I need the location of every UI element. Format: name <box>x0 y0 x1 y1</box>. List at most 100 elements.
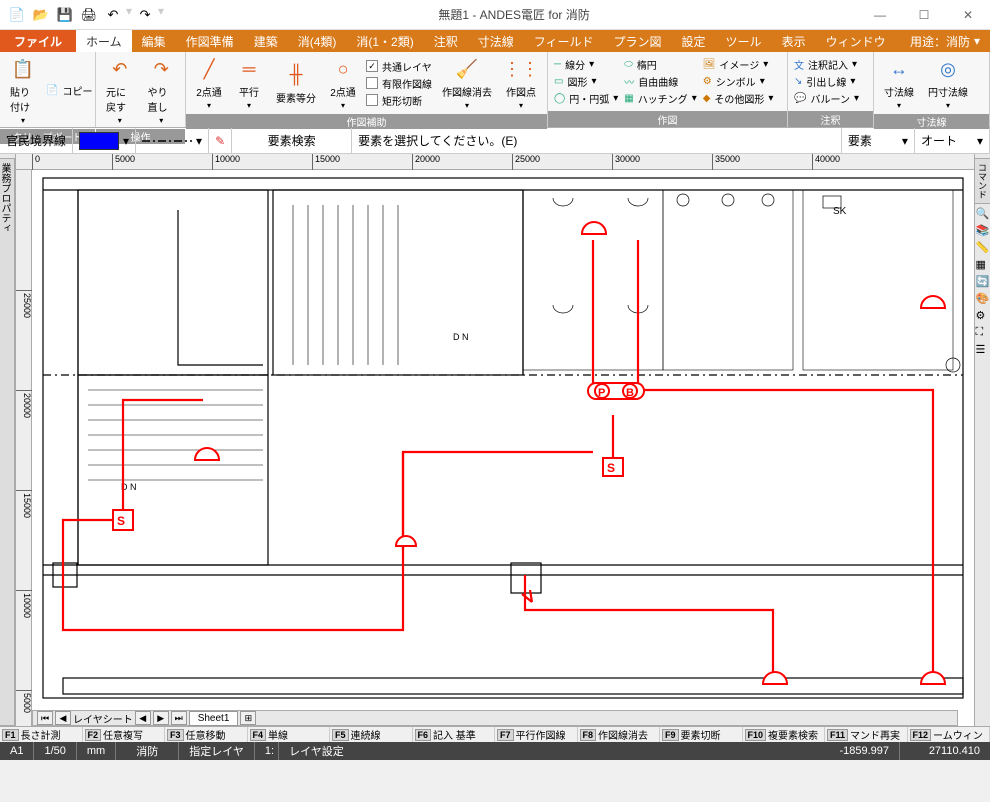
qat-open-icon[interactable]: 📂 <box>30 4 52 26</box>
menu-plan[interactable]: プラン図 <box>604 30 672 52</box>
menu-fire12[interactable]: 消(1・2類) <box>346 30 423 52</box>
sidebar-tab-properties[interactable]: 業務プロパティ <box>0 158 15 726</box>
palette-color-icon[interactable]: 🎨 <box>976 292 990 306</box>
menu-field[interactable]: フィールド <box>524 30 604 52</box>
parallel-button[interactable]: ═平行▾ <box>232 54 266 112</box>
fkey-f6[interactable]: F6記入 基準 <box>413 727 496 742</box>
fkey-f12[interactable]: F12ームウィン <box>908 727 990 742</box>
copy-button[interactable]: 📄コピー <box>46 83 92 98</box>
current-layer-name[interactable]: 官民境界線 <box>0 128 73 153</box>
palette-layer-icon[interactable]: 📚 <box>976 224 990 238</box>
qat-redo-icon[interactable]: ↷ <box>134 4 156 26</box>
other-shape-button[interactable]: ◆その他図形 ▾ <box>703 91 774 106</box>
fkey-f8[interactable]: F8作図線消去 <box>578 727 661 742</box>
status-sheet-size[interactable]: A1 <box>0 742 34 760</box>
fkey-f4[interactable]: F4単線 <box>248 727 331 742</box>
status-layer-name[interactable]: レイヤ設定 <box>279 742 810 760</box>
fkey-f3[interactable]: F3任意移動 <box>165 727 248 742</box>
fkey-f1[interactable]: F1長さ計測 <box>0 727 83 742</box>
palette-expand-icon[interactable]: ⛶ <box>976 326 990 340</box>
color-picker[interactable]: ▾ <box>73 128 136 153</box>
snap-mode-dropdown[interactable]: オート▾ <box>915 128 990 153</box>
freecurve-button[interactable]: 〰自由曲線 <box>624 74 696 89</box>
palette-settings-icon[interactable]: ⚙ <box>976 309 990 323</box>
element-search-button[interactable]: 要素検索 <box>232 128 352 153</box>
status-scale[interactable]: 1/50 <box>34 742 76 760</box>
palette-measure-icon[interactable]: 📏 <box>976 241 990 255</box>
home-tab[interactable]: ホーム <box>76 30 132 52</box>
sheet-add-button[interactable]: ⊞ <box>240 711 256 725</box>
qat-print-icon[interactable]: 🖨 <box>78 4 100 26</box>
rect-cut-checkbox[interactable]: 矩形切断 <box>366 93 432 108</box>
menu-window[interactable]: ウィンドウ <box>816 30 896 52</box>
drawing-area[interactable]: 0500010000150002000025000300003500040000… <box>16 154 974 726</box>
minimize-button[interactable]: ― <box>858 0 902 30</box>
line-button[interactable]: ─線分 ▾ <box>554 57 618 72</box>
pen-tool[interactable]: ✎ <box>209 128 232 153</box>
sheet-tab-active[interactable]: Sheet1 <box>189 711 239 726</box>
equal-divide-button[interactable]: ╫要素等分 <box>272 60 320 107</box>
construction-points-button[interactable]: ⋮⋮作図点▾ <box>502 54 540 112</box>
fkey-f11[interactable]: F11マンド再実 <box>825 727 908 742</box>
leader-button[interactable]: ↘引出し線 ▾ <box>794 74 859 89</box>
menu-annot[interactable]: 注釈 <box>424 30 468 52</box>
sheet-next2-button[interactable]: ▶ <box>153 711 169 725</box>
sidebar-tab-command[interactable]: コマンド <box>974 158 990 204</box>
arc-button[interactable]: ◯円・円弧 ▾ <box>554 91 618 106</box>
shape-button[interactable]: ▭図形 ▾ <box>554 74 618 89</box>
annotation-button[interactable]: 文注釈記入 ▾ <box>794 57 859 72</box>
menu-drawprep[interactable]: 作図準備 <box>176 30 244 52</box>
paste-button[interactable]: 📋 貼り付け ▾ <box>6 54 40 127</box>
usage-dropdown[interactable]: 用途：消防 ▾ <box>900 30 990 52</box>
drawing-canvas[interactable]: D N D N SK <box>32 170 974 710</box>
palette-zoom-icon[interactable]: 🔍 <box>976 207 990 221</box>
sheet-prev-button[interactable]: ◀ <box>55 711 71 725</box>
circle-dimension-button[interactable]: ◎円寸法線▾ <box>924 54 972 112</box>
image-button[interactable]: 🖼イメージ ▾ <box>703 57 774 72</box>
menu-dim[interactable]: 寸法線 <box>468 30 524 52</box>
fkey-f5[interactable]: F5連続線 <box>330 727 413 742</box>
symbol-b: B <box>626 387 634 399</box>
2pt-through-button[interactable]: ╱2点通▾ <box>192 54 226 112</box>
2pt-through-circle-button[interactable]: ○2点通▾ <box>326 54 360 112</box>
qat-undo-icon[interactable]: ↶ <box>102 4 124 26</box>
ruler-tick: 15000 <box>16 490 32 518</box>
undo-button[interactable]: ↶元に戻す▾ <box>102 54 138 127</box>
sheet-first-button[interactable]: ⏮ <box>37 711 53 725</box>
qat-save-icon[interactable]: 💾 <box>54 4 76 26</box>
palette-grid-icon[interactable]: ▦ <box>976 258 990 272</box>
fkey-f9[interactable]: F9要素切断 <box>660 727 743 742</box>
symbol-button[interactable]: ⚙シンボル ▾ <box>703 74 774 89</box>
horizontal-ruler: 0500010000150002000025000300003500040000 <box>16 154 974 170</box>
menu-edit[interactable]: 編集 <box>132 30 176 52</box>
menu-view[interactable]: 表示 <box>772 30 816 52</box>
ellipse-button[interactable]: ⬭楕円 <box>624 57 696 72</box>
menu-fire4[interactable]: 消(4類) <box>288 30 347 52</box>
palette-refresh-icon[interactable]: 🔄 <box>976 275 990 289</box>
qat-new-icon[interactable]: 📄 <box>6 4 28 26</box>
menu-settings[interactable]: 設定 <box>672 30 716 52</box>
common-layer-checkbox[interactable]: ✓共通レイヤ <box>366 59 432 74</box>
redo-button[interactable]: ↷やり直し▾ <box>144 54 180 127</box>
fkey-f7[interactable]: F7平行作図線 <box>495 727 578 742</box>
linetype-picker[interactable]: ▾ <box>136 128 209 153</box>
hatching-button[interactable]: ▦ハッチング ▾ <box>624 91 696 106</box>
dimension-button[interactable]: ↔寸法線▾ <box>880 54 918 112</box>
fkey-f10[interactable]: F10複要素検索 <box>743 727 826 742</box>
menu-arch[interactable]: 建築 <box>244 30 288 52</box>
balloon-button[interactable]: 💬バルーン ▾ <box>794 91 859 106</box>
file-tab[interactable]: ファイル <box>0 30 76 52</box>
maximize-button[interactable]: ☐ <box>902 0 946 30</box>
select-mode-dropdown[interactable]: 要素▾ <box>842 128 915 153</box>
sheet-last-button[interactable]: ⏭ <box>171 711 187 725</box>
erase-construction-button[interactable]: 🧹作図線消去▾ <box>438 54 496 112</box>
fkey-f2[interactable]: F2任意複写 <box>83 727 166 742</box>
status-unit[interactable]: mm <box>77 742 116 760</box>
status-category[interactable]: 消防 <box>116 742 179 760</box>
sheet-prev2-button[interactable]: ◀ <box>135 711 151 725</box>
limited-line-checkbox[interactable]: 有限作図線 <box>366 76 432 91</box>
status-layer-mode[interactable]: 指定レイヤ <box>179 742 255 760</box>
close-button[interactable]: ✕ <box>946 0 990 30</box>
menu-tools[interactable]: ツール <box>716 30 772 52</box>
palette-menu-icon[interactable]: ☰ <box>976 343 990 357</box>
